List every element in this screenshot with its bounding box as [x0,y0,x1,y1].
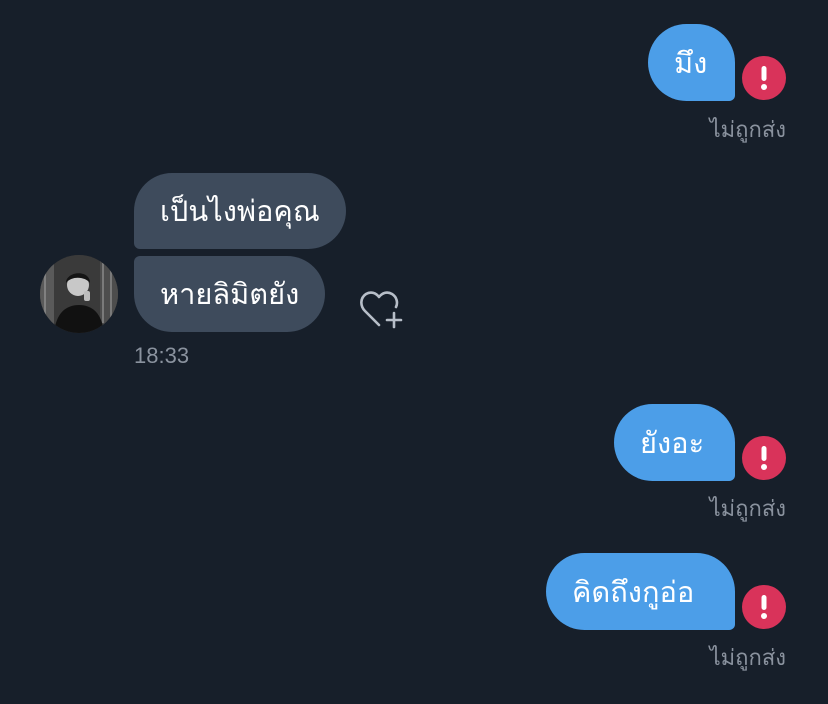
outgoing-message-bubble[interactable]: ยังอะ [614,404,735,481]
message-text: เป็นไงพ่อคุณ [160,194,320,228]
avatar[interactable] [40,255,118,333]
exclamation-icon [761,446,767,470]
outgoing-message-bubble[interactable]: คิดถึงกูอ่อ [546,553,735,630]
error-icon[interactable] [742,436,786,480]
outgoing-message-bubble[interactable]: มึง [648,24,735,101]
message-text: มึง [674,45,708,80]
message-status: ไม่ถูกส่ง [709,118,786,143]
heart-plus-icon[interactable] [357,286,405,332]
message-text: ยังอะ [640,425,705,460]
message-status: ไม่ถูกส่ง [709,646,786,671]
message-text: คิดถึงกูอ่อ [572,574,695,609]
message-text: หายลิมิตยัง [160,277,300,311]
incoming-message-bubble[interactable]: หายลิมิตยัง [134,256,326,332]
incoming-message-bubble[interactable]: เป็นไงพ่อคุณ [134,173,346,249]
error-icon[interactable] [742,585,786,629]
message-timestamp: 18:33 [134,343,190,368]
exclamation-icon [761,595,767,619]
message-status: ไม่ถูกส่ง [709,497,786,522]
error-icon[interactable] [742,56,786,100]
exclamation-icon [761,66,767,90]
avatar-photo [40,255,118,333]
